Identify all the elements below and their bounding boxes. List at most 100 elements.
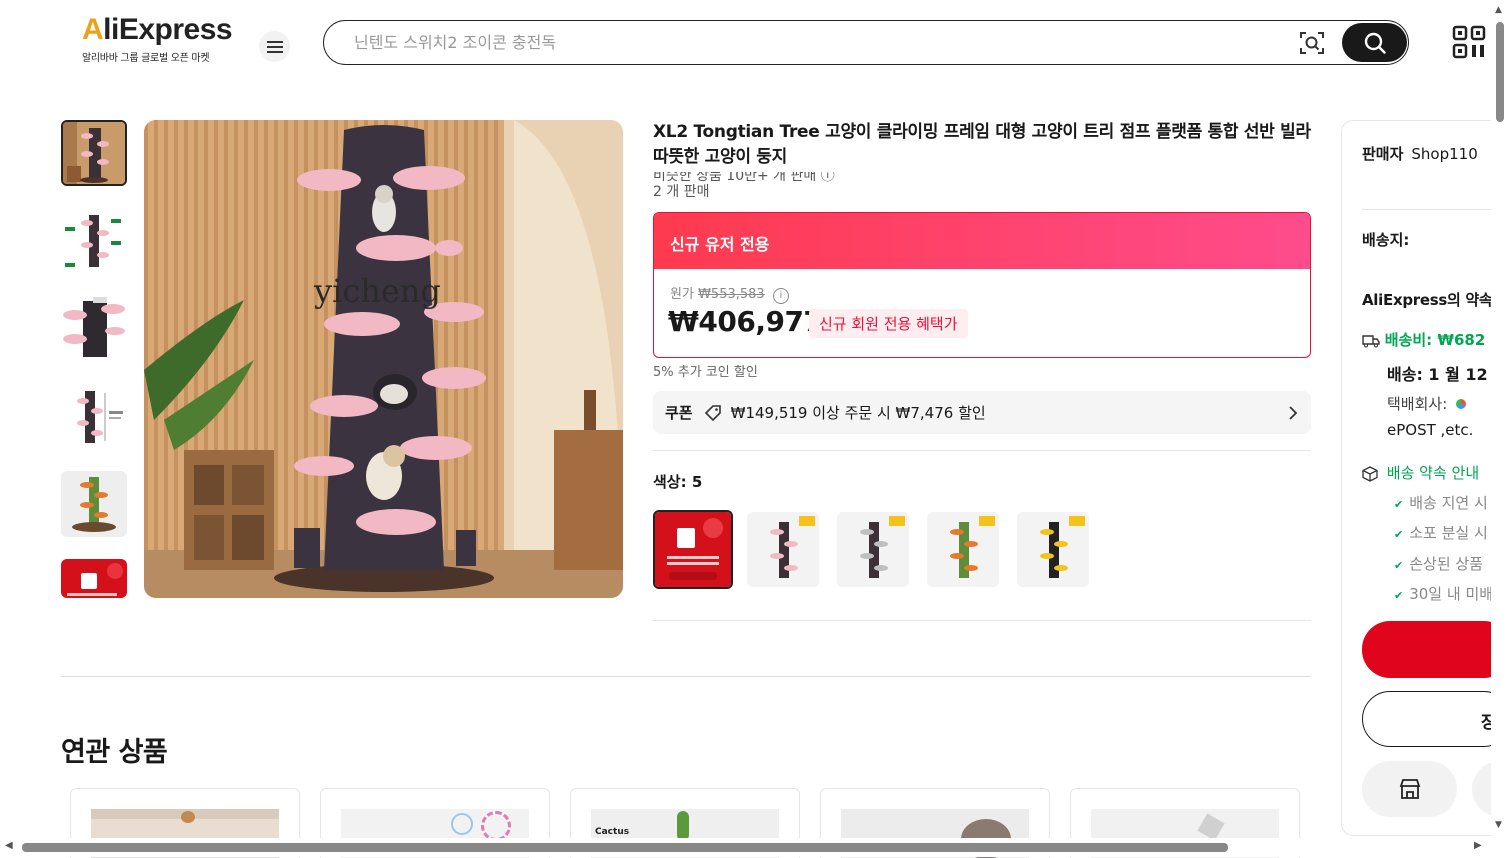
hamburger-icon xyxy=(266,40,283,53)
thumbnail-image xyxy=(61,559,127,598)
original-price-label: 원가 xyxy=(670,287,694,302)
promo-header: 신규 유저 전용 xyxy=(654,213,1310,269)
thumbnail-3[interactable] xyxy=(61,295,127,361)
thumbnail-image xyxy=(61,207,127,273)
coupon-label: 쿠폰 xyxy=(665,404,693,422)
sold-text: 2 개 판매 xyxy=(653,184,710,198)
truck-icon xyxy=(1362,334,1380,347)
color-option-1[interactable] xyxy=(653,510,733,589)
scrollbar-thumb[interactable] xyxy=(22,843,1228,852)
related-products-title: 연관 상품 xyxy=(61,737,168,768)
similar-sold-text: 비슷한 상품 10만+ 개 판매 ⓘ xyxy=(653,172,835,184)
qr-code-icon[interactable] xyxy=(1452,25,1486,59)
vertical-scrollbar[interactable]: ▲ ▼ xyxy=(1491,0,1510,857)
shipping-fee: 배송비: ₩682 xyxy=(1384,331,1486,349)
coupon-row[interactable]: 쿠폰 ₩149,519 이상 주문 시 ₩7,476 할인 xyxy=(653,391,1311,434)
purchase-panel: 판매자 Shop110 배송지: AliExpress의 약속 배송비: ₩682… xyxy=(1341,120,1501,836)
logo-rest: liExpress xyxy=(103,13,233,46)
swatch-image xyxy=(747,512,819,587)
courier-logo-icon xyxy=(1456,399,1467,409)
ship-to-label[interactable]: 배송지: xyxy=(1362,229,1409,250)
scroll-up-icon[interactable]: ▲ xyxy=(1495,5,1502,15)
color-label: 색상: 5 xyxy=(653,473,703,491)
promise-item: ✔ 배송 지연 시 xyxy=(1394,492,1488,513)
search-button[interactable] xyxy=(1342,23,1407,62)
cat-tree-photo xyxy=(144,120,623,598)
search-icon xyxy=(1364,32,1386,54)
new-user-price-box: 신규 유저 전용 원가 ₩553,583 i ₩406,977 신규 회원 전용… xyxy=(653,212,1311,358)
promise-item-text: 배송 지연 시 xyxy=(1409,494,1488,512)
logo-mark: A xyxy=(82,13,104,46)
seller-row: 판매자 Shop110 xyxy=(1362,143,1478,164)
sale-price: ₩406,977 xyxy=(668,305,823,338)
add-to-cart-button[interactable]: 장 xyxy=(1362,691,1500,747)
thumbnail-image xyxy=(61,295,127,361)
scroll-left-icon[interactable]: ◀ xyxy=(5,840,13,851)
thumbnail-4[interactable] xyxy=(61,383,127,449)
promise-item-text: 30일 내 미배 xyxy=(1409,585,1494,603)
color-option-3[interactable] xyxy=(837,512,909,587)
search-input[interactable] xyxy=(352,30,1252,54)
promise-item-text: 손상된 상품 xyxy=(1409,555,1483,573)
courier-row: 택배회사: xyxy=(1387,393,1467,414)
horizontal-scrollbar[interactable]: ◀ ▶ xyxy=(0,838,1491,857)
check-icon: ✔ xyxy=(1394,498,1404,511)
scrollbar-thumb[interactable] xyxy=(1496,22,1504,122)
logo-subtitle: 알리바바 그룹 글로벌 오픈 마켓 xyxy=(82,53,210,64)
price-badge: 신규 회원 전용 혜택가 xyxy=(809,309,968,338)
coupon-text: ₩149,519 이상 주문 시 ₩7,476 할인 xyxy=(730,404,986,422)
thumbnail-image xyxy=(61,383,127,449)
swatch-image xyxy=(655,512,731,587)
color-option-4[interactable] xyxy=(927,512,999,587)
divider xyxy=(653,620,1311,621)
store-icon xyxy=(1399,779,1420,799)
check-icon: ✔ xyxy=(1394,559,1404,572)
main-product-image[interactable]: yicheng xyxy=(144,120,623,598)
image-search-icon[interactable] xyxy=(1299,30,1325,56)
store-button[interactable] xyxy=(1362,761,1457,817)
check-icon: ✔ xyxy=(1394,528,1404,541)
image-watermark: yicheng xyxy=(314,272,441,310)
logo-wordmark: AliExpress xyxy=(82,13,233,46)
thumbnail-2[interactable] xyxy=(61,207,127,273)
color-option-2[interactable] xyxy=(747,512,819,587)
divider xyxy=(1362,209,1500,210)
divider xyxy=(653,450,1311,451)
seller-name[interactable]: Shop110 xyxy=(1411,145,1477,163)
scroll-right-icon[interactable]: ▶ xyxy=(1474,840,1482,851)
thumbnail-6[interactable] xyxy=(61,559,127,598)
promise-item: ✔ 소포 분실 시 xyxy=(1394,522,1488,543)
thumbnail-5[interactable] xyxy=(61,471,127,537)
info-icon[interactable]: i xyxy=(772,288,789,304)
swatch-image xyxy=(927,512,999,587)
seller-label: 판매자 xyxy=(1362,145,1404,163)
related-product-label: Cactus xyxy=(595,827,630,837)
swatch-image xyxy=(837,512,909,587)
courier-label: 택배회사: xyxy=(1387,395,1448,413)
aliexpress-logo[interactable]: AliExpress 알리바바 그룹 글로벌 오픈 마켓 xyxy=(82,13,233,65)
shipping-fee-row: 배송비: ₩682 xyxy=(1362,329,1485,350)
buy-now-button[interactable] xyxy=(1362,621,1500,678)
swatch-image xyxy=(1017,512,1089,587)
thumbnail-1[interactable] xyxy=(61,120,127,186)
promise-link-text: 배송 약속 안내 xyxy=(1386,464,1480,482)
delivery-date: 배송: 1 월 12 xyxy=(1387,365,1488,384)
check-icon: ✔ xyxy=(1394,589,1404,602)
section-divider xyxy=(61,676,1311,677)
chevron-right-icon xyxy=(1289,405,1298,420)
promise-link[interactable]: 배송 약속 안내 xyxy=(1362,462,1479,483)
original-price: 원가 ₩553,583 i xyxy=(670,283,789,304)
menu-button[interactable] xyxy=(259,31,290,62)
promise-item: ✔ 손상된 상품 xyxy=(1394,553,1483,574)
product-title: XL2 Tongtian Tree 고양이 클라이밍 프레임 대형 고양이 트리… xyxy=(653,122,1311,167)
courier-name: ePOST ,etc. xyxy=(1387,421,1474,439)
thumbnail-image xyxy=(63,122,125,184)
coin-discount-note: 5% 추가 코인 할인 xyxy=(653,365,758,380)
tag-icon xyxy=(704,404,721,421)
box-icon xyxy=(1362,465,1378,482)
color-option-5[interactable] xyxy=(1017,512,1089,587)
scroll-down-icon[interactable]: ▼ xyxy=(1495,820,1502,830)
promise-item: ✔ 30일 내 미배 xyxy=(1394,583,1493,604)
original-price-value: ₩553,583 xyxy=(698,287,765,302)
sold-count: 비슷한 상품 10만+ 개 판매 ⓘ 2 개 판매 xyxy=(653,172,953,198)
